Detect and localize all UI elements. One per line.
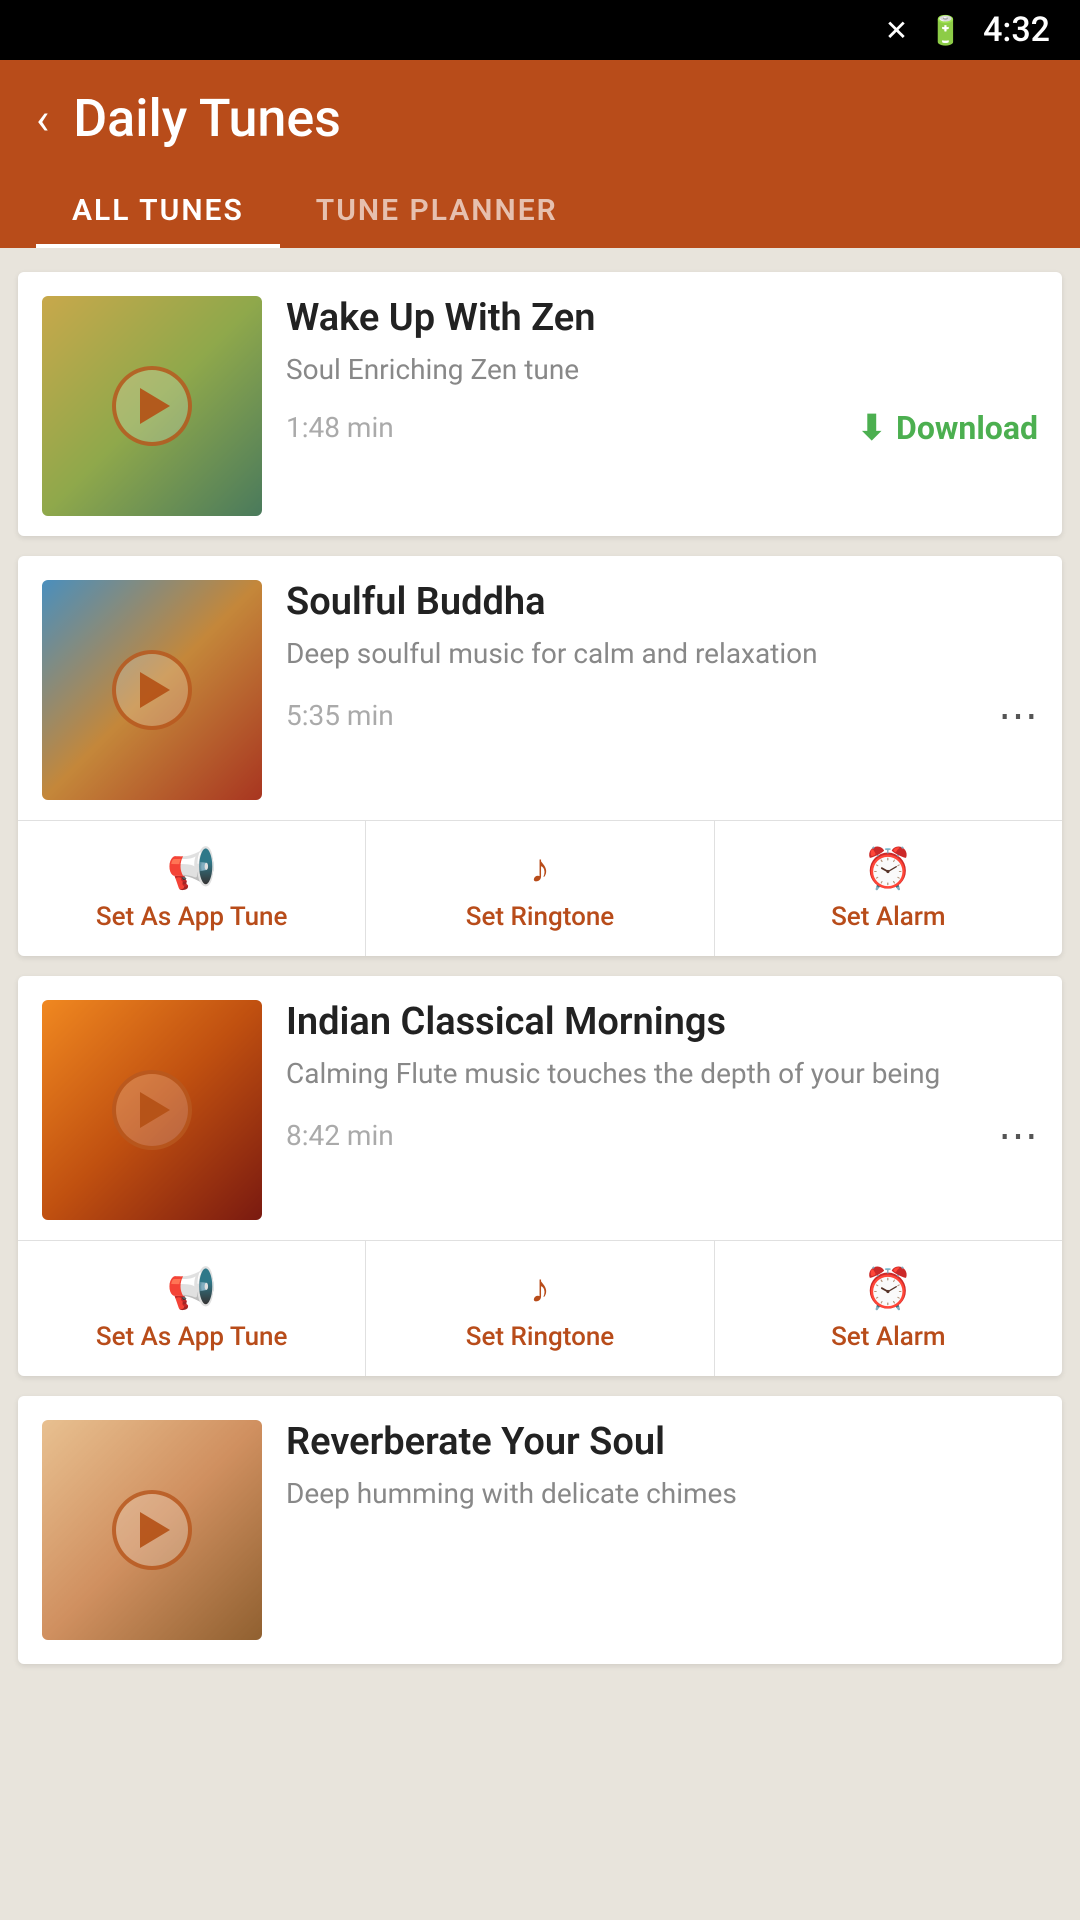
set-alarm-button-soulful-buddha[interactable]: ⏰ Set Alarm [715, 821, 1062, 956]
tune-title-soulful-buddha: Soulful Buddha [286, 580, 1038, 626]
tune-info-indian-classical-mornings: Indian Classical Mornings Calming Flute … [286, 1000, 1038, 1159]
set-alarm-label: Set Alarm [831, 1322, 946, 1352]
tune-info-soulful-buddha: Soulful Buddha Deep soulful music for ca… [286, 580, 1038, 739]
tune-info-reverberate-your-soul: Reverberate Your Soul Deep humming with … [286, 1420, 1038, 1512]
share-button-soulful-buddha[interactable]: ⋯ [998, 692, 1038, 739]
status-time: 4:32 [983, 10, 1050, 50]
tab-bar: ALL TUNES TUNE PLANNER [36, 177, 1044, 248]
set-ringtone-button-indian-classical-mornings[interactable]: ♪ Set Ringtone [366, 1241, 714, 1376]
tune-card-indian-classical-mornings: Indian Classical Mornings Calming Flute … [18, 976, 1062, 1376]
tune-card-reverberate-your-soul: Reverberate Your Soul Deep humming with … [18, 1396, 1062, 1664]
play-icon [140, 1512, 170, 1548]
tune-duration-wake-up-zen: 1:48 min [286, 411, 394, 444]
set-alarm-button-indian-classical-mornings[interactable]: ⏰ Set Alarm [715, 1241, 1062, 1376]
set-app-tune-button-soulful-buddha[interactable]: 📢 Set As App Tune [18, 821, 366, 956]
tune-info-wake-up-zen: Wake Up With Zen Soul Enriching Zen tune… [286, 296, 1038, 448]
play-button-wake-up-zen[interactable] [112, 366, 192, 446]
tunes-list: Wake Up With Zen Soul Enriching Zen tune… [0, 248, 1080, 1688]
tune-subtitle-indian-classical-mornings: Calming Flute music touches the depth of… [286, 1056, 1038, 1092]
status-bar: ✕ 🔋 4:32 [0, 0, 1080, 60]
tune-thumbnail-indian-classical-mornings[interactable] [42, 1000, 262, 1220]
ringtone-icon: ♪ [530, 845, 550, 892]
set-ringtone-button-soulful-buddha[interactable]: ♪ Set Ringtone [366, 821, 714, 956]
share-button-indian-classical-mornings[interactable]: ⋯ [998, 1112, 1038, 1159]
tune-thumbnail-reverberate-your-soul[interactable] [42, 1420, 262, 1640]
play-icon [140, 672, 170, 708]
battery-icon: 🔋 [928, 14, 963, 47]
tune-thumbnail-soulful-buddha[interactable] [42, 580, 262, 800]
app-tune-icon: 📢 [167, 845, 217, 892]
action-bar-indian-classical-mornings: 📢 Set As App Tune ♪ Set Ringtone ⏰ Set A… [18, 1240, 1062, 1376]
play-icon [140, 388, 170, 424]
tune-title-indian-classical-mornings: Indian Classical Mornings [286, 1000, 1038, 1046]
tune-subtitle-wake-up-zen: Soul Enriching Zen tune [286, 352, 1038, 388]
download-label: Download [896, 409, 1038, 447]
play-button-reverberate-your-soul[interactable] [112, 1490, 192, 1570]
tune-subtitle-reverberate-your-soul: Deep humming with delicate chimes [286, 1476, 1038, 1512]
tune-card-soulful-buddha: Soulful Buddha Deep soulful music for ca… [18, 556, 1062, 956]
play-button-soulful-buddha[interactable] [112, 650, 192, 730]
tune-title-reverberate-your-soul: Reverberate Your Soul [286, 1420, 1038, 1466]
tune-card-wake-up-zen: Wake Up With Zen Soul Enriching Zen tune… [18, 272, 1062, 536]
set-ringtone-label: Set Ringtone [466, 1322, 615, 1352]
ringtone-icon: ♪ [530, 1265, 550, 1312]
tune-thumbnail-wake-up-zen[interactable] [42, 296, 262, 516]
tune-title-wake-up-zen: Wake Up With Zen [286, 296, 1038, 342]
set-ringtone-label: Set Ringtone [466, 902, 615, 932]
set-app-tune-label: Set As App Tune [96, 902, 288, 932]
back-button[interactable]: ‹ [36, 97, 49, 141]
tune-subtitle-soulful-buddha: Deep soulful music for calm and relaxati… [286, 636, 1038, 672]
download-button-wake-up-zen[interactable]: ⬇ Download [858, 408, 1038, 448]
set-app-tune-label: Set As App Tune [96, 1322, 288, 1352]
tune-duration-soulful-buddha: 5:35 min [286, 699, 394, 732]
action-bar-soulful-buddha: 📢 Set As App Tune ♪ Set Ringtone ⏰ Set A… [18, 820, 1062, 956]
play-button-indian-classical-mornings[interactable] [112, 1070, 192, 1150]
tune-duration-indian-classical-mornings: 8:42 min [286, 1119, 394, 1152]
set-alarm-label: Set Alarm [831, 902, 946, 932]
tab-tune-planner[interactable]: TUNE PLANNER [280, 177, 594, 248]
app-tune-icon: 📢 [167, 1265, 217, 1312]
set-app-tune-button-indian-classical-mornings[interactable]: 📢 Set As App Tune [18, 1241, 366, 1376]
signal-icon: ✕ [885, 14, 908, 47]
download-icon: ⬇ [858, 408, 887, 448]
alarm-icon: ⏰ [863, 1265, 913, 1312]
play-icon [140, 1092, 170, 1128]
app-header: ‹ Daily Tunes ALL TUNES TUNE PLANNER [0, 60, 1080, 248]
alarm-icon: ⏰ [863, 845, 913, 892]
tab-all-tunes[interactable]: ALL TUNES [36, 177, 280, 248]
header-title: Daily Tunes [73, 88, 341, 149]
